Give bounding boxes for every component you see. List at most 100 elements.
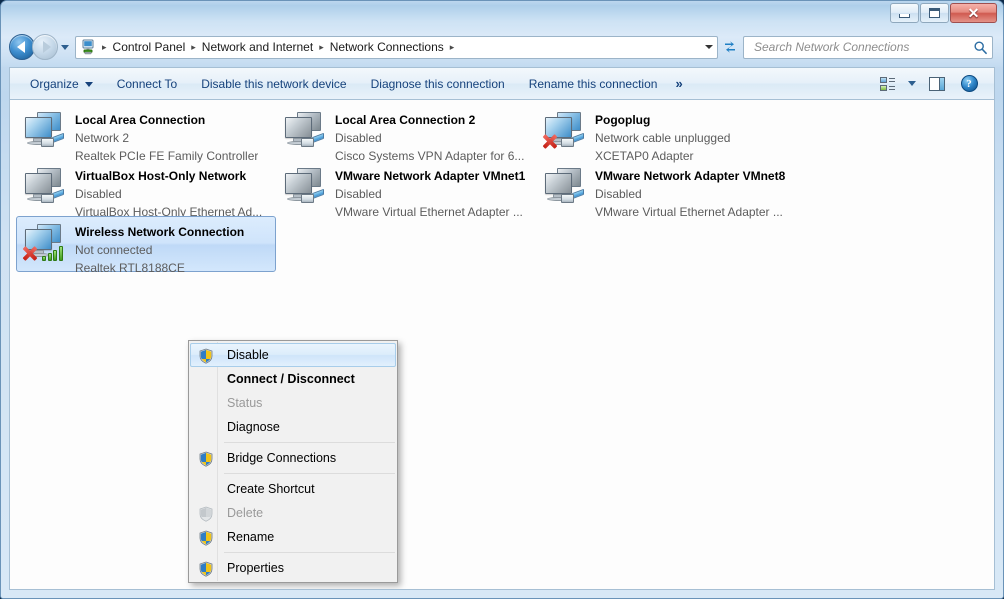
diagnose-connection-button[interactable]: Diagnose this connection: [361, 71, 515, 97]
context-menu-item-diagnose[interactable]: Diagnose: [190, 415, 396, 439]
uac-shield-icon-disabled: [198, 506, 214, 522]
network-adapter-icon: [21, 109, 69, 153]
search-input[interactable]: [752, 39, 973, 55]
connection-device: Realtek RTL8188CE: [75, 261, 185, 275]
help-icon: ?: [960, 75, 978, 92]
connection-name: VirtualBox Host-Only Network: [75, 169, 247, 183]
error-x-icon: [21, 245, 38, 262]
connection-device: VMware Virtual Ethernet Adapter ...: [335, 205, 523, 219]
change-view-dropdown[interactable]: [904, 72, 920, 96]
context-menu-item-disable[interactable]: Disable: [190, 343, 396, 367]
connection-name: VMware Network Adapter VMnet1: [335, 169, 526, 183]
explorer-window: ✕ ▸ Control Panel ▸ Network and Internet…: [0, 0, 1004, 599]
context-menu-label: Status: [227, 396, 263, 410]
context-menu-item-create-shortcut[interactable]: Create Shortcut: [190, 477, 396, 501]
help-button[interactable]: ?: [954, 72, 984, 96]
breadcrumb-bar[interactable]: ▸ Control Panel ▸ Network and Internet ▸…: [75, 35, 718, 59]
connection-tile-virtualbox-host-only-network[interactable]: VirtualBox Host-Only Network Disabled Vi…: [16, 160, 276, 219]
connection-tile-vmware-vmnet1[interactable]: VMware Network Adapter VMnet1 Disabled V…: [276, 160, 536, 219]
maximize-button[interactable]: [920, 3, 949, 23]
chevron-down-icon: [908, 81, 916, 86]
breadcrumb-separator: ▸: [102, 41, 107, 52]
close-icon: ✕: [967, 5, 980, 21]
connection-tile-vmware-vmnet8[interactable]: VMware Network Adapter VMnet8 Disabled V…: [536, 160, 796, 219]
breadcrumb-separator[interactable]: ▸: [447, 42, 458, 52]
minimize-icon: [899, 13, 910, 18]
preview-pane-icon: [929, 76, 945, 91]
network-adapter-icon: [541, 109, 589, 153]
breadcrumb-separator[interactable]: ▸: [188, 42, 199, 52]
error-x-icon: [541, 133, 558, 150]
connection-name: VMware Network Adapter VMnet8: [595, 169, 786, 183]
connection-status: Disabled: [595, 187, 642, 201]
network-adapter-icon: [541, 165, 589, 209]
window-controls: ✕: [889, 3, 997, 23]
rj45-plug-icon: [41, 132, 64, 148]
uac-shield-icon: [198, 561, 214, 577]
disable-device-button[interactable]: Disable this network device: [191, 71, 356, 97]
refresh-button[interactable]: [719, 36, 741, 59]
chevron-down-icon: [84, 82, 93, 87]
context-menu-label: Bridge Connections: [227, 451, 337, 465]
disable-device-label: Disable this network device: [201, 76, 347, 91]
connection-status: Network cable unplugged: [595, 131, 731, 145]
rj45-plug-icon: [301, 132, 324, 148]
organize-button[interactable]: Organize: [20, 71, 103, 97]
network-adapter-icon: [281, 165, 329, 209]
change-view-button[interactable]: [872, 72, 902, 96]
connection-name: Wireless Network Connection: [75, 225, 245, 239]
uac-shield-icon: [198, 348, 214, 364]
refresh-icon: [725, 41, 735, 53]
connection-status: Disabled: [335, 131, 382, 145]
context-menu-label: Disable: [227, 348, 269, 362]
title-bar: ✕: [1, 1, 1003, 29]
close-button[interactable]: ✕: [950, 3, 997, 23]
connection-device: VMware Virtual Ethernet Adapter ...: [595, 205, 783, 219]
connection-name: Local Area Connection 2: [335, 113, 476, 127]
context-menu-label: Rename: [227, 530, 275, 544]
connection-tile-wireless-network-connection[interactable]: Wireless Network Connection Not connecte…: [16, 216, 276, 275]
breadcrumb-network-and-internet[interactable]: Network and Internet: [199, 38, 316, 56]
connections-list-view[interactable]: Local Area Connection Network 2 Realtek …: [9, 99, 995, 590]
connection-tile-pogoplug[interactable]: Pogoplug Network cable unplugged XCETAP0…: [536, 104, 796, 163]
connection-tile-local-area-connection[interactable]: Local Area Connection Network 2 Realtek …: [16, 104, 276, 163]
context-menu-item-connect-disconnect[interactable]: Connect / Disconnect: [190, 367, 396, 391]
signal-bars-icon: [42, 245, 63, 261]
connection-name: Pogoplug: [595, 113, 651, 127]
context-menu-item-delete: Delete: [190, 501, 396, 525]
previous-locations-button[interactable]: [705, 37, 713, 58]
context-menu-label: Diagnose: [227, 420, 280, 434]
context-menu-item-bridge-connections[interactable]: Bridge Connections: [190, 446, 396, 470]
chevron-down-icon: [61, 44, 69, 50]
context-menu-label: Create Shortcut: [227, 482, 315, 496]
minimize-button[interactable]: [890, 3, 919, 23]
uac-shield-icon: [198, 451, 214, 467]
context-menu[interactable]: Disable Connect / Disconnect Status Diag…: [188, 340, 398, 583]
preview-pane-button[interactable]: [922, 72, 952, 96]
rj45-plug-icon: [41, 188, 64, 204]
tile-row: Local Area Connection Network 2 Realtek …: [16, 104, 826, 163]
tile-row: VirtualBox Host-Only Network Disabled Vi…: [16, 160, 826, 219]
network-adapter-icon: [21, 165, 69, 209]
search-box[interactable]: [743, 35, 993, 59]
diagnose-connection-label: Diagnose this connection: [370, 76, 505, 91]
command-overflow-button[interactable]: »: [667, 72, 690, 95]
network-adapter-icon: [281, 109, 329, 153]
connection-tile-local-area-connection-2[interactable]: Local Area Connection 2 Disabled Cisco S…: [276, 104, 536, 163]
forward-button[interactable]: [32, 34, 58, 60]
network-connections-icon: [80, 39, 96, 55]
recent-pages-button[interactable]: [58, 34, 72, 60]
breadcrumb-control-panel[interactable]: Control Panel: [110, 38, 189, 56]
maximize-icon: [929, 8, 940, 18]
breadcrumb-network-connections[interactable]: Network Connections: [327, 38, 447, 56]
context-menu-separator: [224, 442, 395, 443]
rename-connection-button[interactable]: Rename this connection: [519, 71, 668, 97]
breadcrumb-separator[interactable]: ▸: [316, 42, 327, 52]
organize-label: Organize: [30, 76, 79, 91]
context-menu-item-properties[interactable]: Properties: [190, 556, 396, 580]
connect-to-button[interactable]: Connect To: [107, 71, 188, 97]
connection-name: Local Area Connection: [75, 113, 206, 127]
context-menu-item-rename[interactable]: Rename: [190, 525, 396, 549]
context-menu-label: Delete: [227, 506, 264, 520]
connection-status: Network 2: [75, 131, 130, 145]
